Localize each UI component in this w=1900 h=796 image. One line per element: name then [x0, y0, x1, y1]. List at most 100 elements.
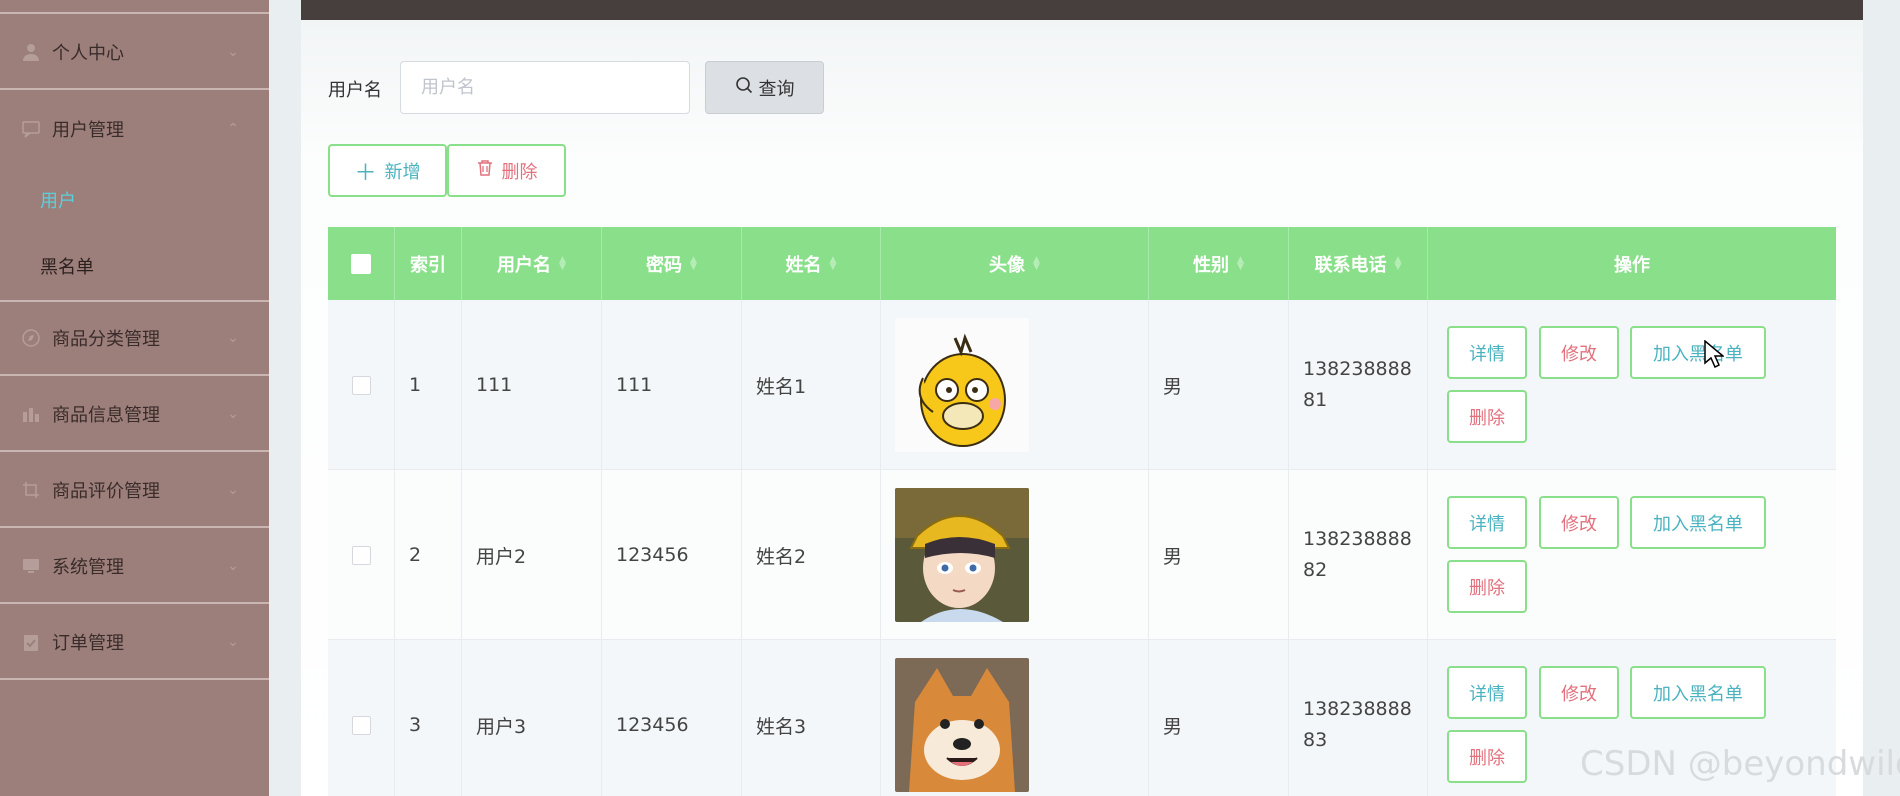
mouse-cursor-icon — [1704, 339, 1726, 372]
detail-button[interactable]: 详情 — [1447, 326, 1527, 379]
cell-name: 姓名1 — [742, 300, 881, 470]
row-checkbox-cell[interactable] — [328, 470, 395, 640]
sidebar-item-label: 订单管理 — [52, 633, 124, 654]
sidebar-subitem-label: 用户 — [40, 191, 76, 212]
plus-icon: ＋ — [354, 160, 377, 186]
sidebar-item-label: 用户管理 — [52, 120, 124, 141]
sidebar-item-label: 个人中心 — [52, 43, 124, 64]
cell-password: 111 — [602, 300, 742, 470]
header-label: 用户名 — [497, 254, 552, 276]
header-avatar[interactable]: 头像 ▲ ▼ — [881, 227, 1149, 300]
select-all-checkbox[interactable] — [351, 253, 371, 274]
cell-index: 1 — [395, 300, 462, 470]
sidebar-subitem-label: 黑名单 — [40, 257, 94, 278]
header-phone[interactable]: 联系电话 ▲ ▼ — [1289, 227, 1428, 300]
search-button-label: 查询 — [758, 78, 795, 100]
top-bar — [301, 0, 1863, 20]
header-index: 索引 — [395, 227, 462, 300]
edit-button[interactable]: 修改 — [1539, 326, 1619, 379]
header-actions: 操作 — [1428, 227, 1836, 300]
delete-button[interactable]: 删除 — [1447, 730, 1527, 783]
chevron-down-icon: ⌄ — [227, 482, 239, 498]
avatar — [895, 488, 1029, 622]
row-checkbox[interactable] — [351, 715, 371, 735]
add-to-blacklist-button[interactable]: 加入黑名单 — [1630, 496, 1766, 549]
search-label: 用户名 — [328, 80, 382, 101]
message-icon — [20, 118, 42, 140]
trash-icon — [476, 159, 494, 182]
row-checkbox-cell[interactable] — [328, 640, 395, 796]
sort-icon[interactable]: ▲ ▼ — [559, 255, 566, 271]
sidebar-item-label: 系统管理 — [52, 557, 124, 578]
header-name[interactable]: 姓名 ▲ ▼ — [742, 227, 881, 300]
header-label: 操作 — [1614, 254, 1650, 276]
sidebar-item-personal-center[interactable]: 个人中心 ⌄ — [0, 16, 269, 90]
delete-button[interactable]: 删除 — [1447, 560, 1527, 613]
edit-button[interactable]: 修改 — [1539, 496, 1619, 549]
sidebar-item-system-management[interactable]: 系统管理 ⌄ — [0, 530, 269, 604]
sort-icon[interactable]: ▲ ▼ — [1033, 255, 1040, 271]
cell-gender: 男 — [1149, 470, 1289, 640]
cell-username: 用户3 — [462, 640, 602, 796]
add-to-blacklist-button[interactable]: 加入黑名单 — [1630, 326, 1766, 379]
avatar — [895, 658, 1029, 792]
sort-icon[interactable]: ▲ ▼ — [1237, 255, 1244, 271]
row-checkbox[interactable] — [351, 545, 371, 565]
header-gender[interactable]: 性别 ▲ ▼ — [1149, 227, 1289, 300]
cell-name: 姓名2 — [742, 470, 881, 640]
compass-icon — [20, 327, 42, 349]
avatar — [895, 318, 1029, 452]
sort-icon[interactable]: ▲ ▼ — [830, 255, 837, 271]
cell-phone: 13823888882 — [1289, 470, 1428, 640]
header-select-all[interactable] — [328, 227, 395, 300]
sidebar-item-user-management[interactable]: 用户管理 ⌃ — [0, 92, 269, 166]
search-icon — [735, 76, 753, 99]
chevron-down-icon: ⌄ — [227, 44, 239, 60]
add-to-blacklist-button[interactable]: 加入黑名单 — [1630, 666, 1766, 719]
detail-button[interactable]: 详情 — [1447, 666, 1527, 719]
chart-icon — [20, 403, 42, 425]
cell-name: 姓名3 — [742, 640, 881, 796]
sidebar-item-order-management[interactable]: 订单管理 ⌄ — [0, 606, 269, 680]
delete-button-label: 删除 — [501, 161, 538, 183]
search-input[interactable] — [400, 61, 690, 114]
search-button[interactable]: 查询 — [705, 61, 824, 114]
delete-button[interactable]: 删除 — [1447, 390, 1527, 443]
cell-gender: 男 — [1149, 640, 1289, 796]
header-label: 索引 — [410, 254, 446, 276]
sidebar-item-category-management[interactable]: 商品分类管理 ⌄ — [0, 302, 269, 376]
sidebar-item-review-management[interactable]: 商品评价管理 ⌄ — [0, 454, 269, 528]
row-checkbox[interactable] — [351, 375, 371, 395]
edit-button[interactable]: 修改 — [1539, 666, 1619, 719]
monitor-icon — [20, 555, 42, 577]
watermark: CSDN @beyondwild — [1580, 744, 1900, 784]
header-password[interactable]: 密码 ▲ ▼ — [602, 227, 742, 300]
sidebar-item-product-info-management[interactable]: 商品信息管理 ⌄ — [0, 378, 269, 452]
phone-text: 13823888883 — [1303, 698, 1412, 751]
sort-icon[interactable]: ▲ ▼ — [690, 255, 697, 271]
cell-avatar — [881, 470, 1149, 640]
sidebar-subitem-users[interactable]: 用户 — [0, 167, 269, 233]
sidebar: 个人中心 ⌄ 用户管理 ⌃ 用户 黑名单 商品分类管理 ⌄ 商品信息管理 ⌄ 商… — [0, 0, 269, 796]
add-button[interactable]: ＋ 新增 — [328, 144, 447, 197]
cell-password: 123456 — [602, 640, 742, 796]
header-label: 联系电话 — [1314, 254, 1387, 276]
sort-icon[interactable]: ▲ ▼ — [1395, 255, 1402, 271]
crop-icon — [20, 479, 42, 501]
detail-button[interactable]: 详情 — [1447, 496, 1527, 549]
header-label: 头像 — [989, 254, 1026, 276]
cell-index: 3 — [395, 640, 462, 796]
phone-text: 13823888881 — [1303, 358, 1412, 411]
sidebar-item-label: 商品信息管理 — [52, 405, 160, 426]
row-checkbox-cell[interactable] — [328, 300, 395, 470]
header-username[interactable]: 用户名 ▲ ▼ — [462, 227, 602, 300]
chevron-down-icon: ⌄ — [227, 406, 239, 422]
cell-index: 2 — [395, 470, 462, 640]
cell-password: 123456 — [602, 470, 742, 640]
cell-gender: 男 — [1149, 300, 1289, 470]
batch-delete-button[interactable]: 删除 — [447, 144, 566, 197]
table-header: 索引 用户名 ▲ ▼ 密码 ▲ ▼ 姓名 ▲ ▼ 头像 ▲ ▼ 性别 ▲ ▼ 联系电话 ▲… — [328, 227, 1836, 300]
user-icon — [20, 41, 42, 63]
sidebar-subitem-blacklist[interactable]: 黑名单 — [0, 233, 269, 299]
chevron-up-icon: ⌃ — [227, 121, 239, 137]
